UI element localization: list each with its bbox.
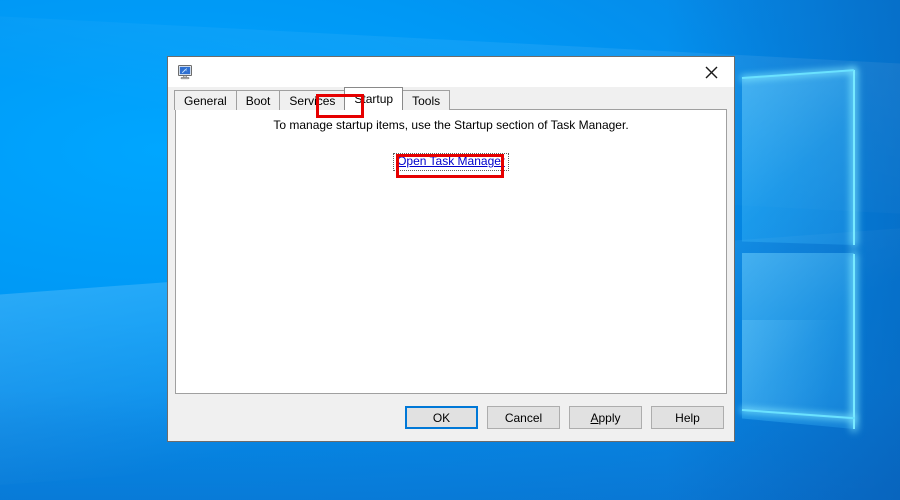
help-button-label: Help — [675, 410, 700, 425]
tab-services-label: Services — [289, 93, 336, 108]
open-task-manager-link[interactable]: Open Task Manager — [393, 153, 509, 171]
tabstrip-container: General Boot Services Startup Tools — [168, 87, 734, 110]
windows-logo-pane-bottom-right — [742, 253, 854, 429]
cancel-button[interactable]: Cancel — [487, 406, 560, 429]
open-task-manager-row: Open Task Manager — [176, 152, 726, 171]
tab-general-label: General — [184, 93, 227, 108]
startup-tab-panel: To manage startup items, use the Startup… — [175, 109, 727, 394]
cancel-button-label: Cancel — [504, 410, 543, 425]
tab-services[interactable]: Services — [279, 90, 346, 110]
tabstrip: General Boot Services Startup Tools — [174, 87, 728, 110]
system-configuration-icon — [177, 64, 193, 80]
windows-logo-pane-top-right — [742, 69, 854, 245]
apply-button[interactable]: Apply — [569, 406, 642, 429]
pane-edge-right-bottom — [853, 254, 855, 429]
tab-startup-label: Startup — [354, 92, 394, 106]
tab-tools-label: Tools — [412, 93, 441, 108]
help-button[interactable]: Help — [651, 406, 724, 429]
tab-general[interactable]: General — [174, 90, 237, 110]
dialog-button-row: OK Cancel Apply Help — [168, 394, 734, 441]
tab-startup[interactable]: Startup — [344, 87, 404, 110]
pane-edge-right-top — [853, 70, 855, 245]
tab-tools[interactable]: Tools — [402, 90, 451, 110]
ok-button-label: OK — [432, 410, 451, 425]
tab-boot-label: Boot — [245, 93, 271, 108]
dialog-titlebar[interactable] — [168, 57, 734, 87]
system-configuration-dialog: General Boot Services Startup Tools To m… — [167, 56, 735, 442]
startup-instruction-text: To manage startup items, use the Startup… — [273, 118, 629, 132]
tab-boot[interactable]: Boot — [235, 90, 281, 110]
ok-button[interactable]: OK — [405, 406, 478, 429]
close-icon[interactable] — [689, 58, 734, 87]
desktop-background: General Boot Services Startup Tools To m… — [0, 0, 900, 500]
apply-button-label: Apply — [590, 410, 621, 425]
